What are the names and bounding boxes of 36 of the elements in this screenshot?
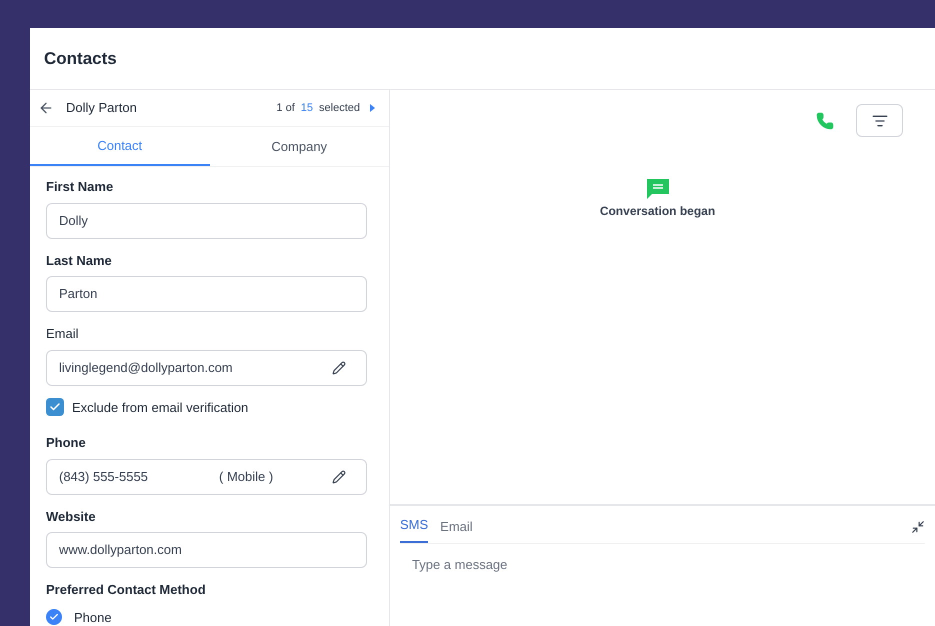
radio-label: Phone [74, 608, 112, 626]
composer-tab[interactable]: SMS [400, 514, 428, 543]
record-suffix: selected [319, 100, 360, 116]
page-title: Contacts [44, 48, 117, 70]
phone-type: ( Mobile ) [219, 468, 274, 486]
field-label: Website [46, 508, 97, 526]
radio-button[interactable] [46, 609, 62, 626]
input-field[interactable]: www.dollyparton.com [46, 532, 367, 568]
composer-tab[interactable]: Email [440, 516, 473, 543]
back-icon[interactable] [38, 100, 54, 116]
field-label: First Name [46, 178, 114, 196]
next-icon[interactable] [370, 104, 375, 112]
edit-icon[interactable] [332, 470, 346, 484]
record-total: 15 [300, 100, 314, 116]
edit-icon[interactable] [332, 360, 346, 374]
input-field[interactable]: livinglegend@dollyparton.com [46, 350, 367, 386]
checkbox[interactable] [46, 398, 64, 416]
filter-icon [872, 112, 888, 128]
checkbox-label: Exclude from email verification [72, 398, 248, 416]
field-label: Preferred Contact Method [46, 581, 207, 599]
chat-bubble-icon [646, 178, 670, 200]
tab[interactable]: Contact [30, 127, 210, 166]
filter-button[interactable] [856, 104, 903, 137]
conversation-event: Conversation began [600, 203, 716, 220]
input-field[interactable]: Parton [46, 276, 367, 312]
message-field[interactable]: Type a message [400, 552, 925, 578]
checkmark-icon [49, 612, 59, 622]
field-label: Phone [46, 434, 87, 452]
contact-name: Dolly Parton [66, 99, 137, 118]
record-position: 1 of [276, 100, 295, 116]
field-label: Last Name [46, 252, 113, 270]
input-field[interactable]: (843) 555-5555 ( Mobile ) [46, 458, 367, 494]
field-label: Email [46, 325, 80, 343]
tab[interactable]: Company [210, 127, 389, 166]
input-field[interactable]: Dolly [46, 202, 367, 238]
collapse-icon[interactable] [911, 520, 925, 534]
